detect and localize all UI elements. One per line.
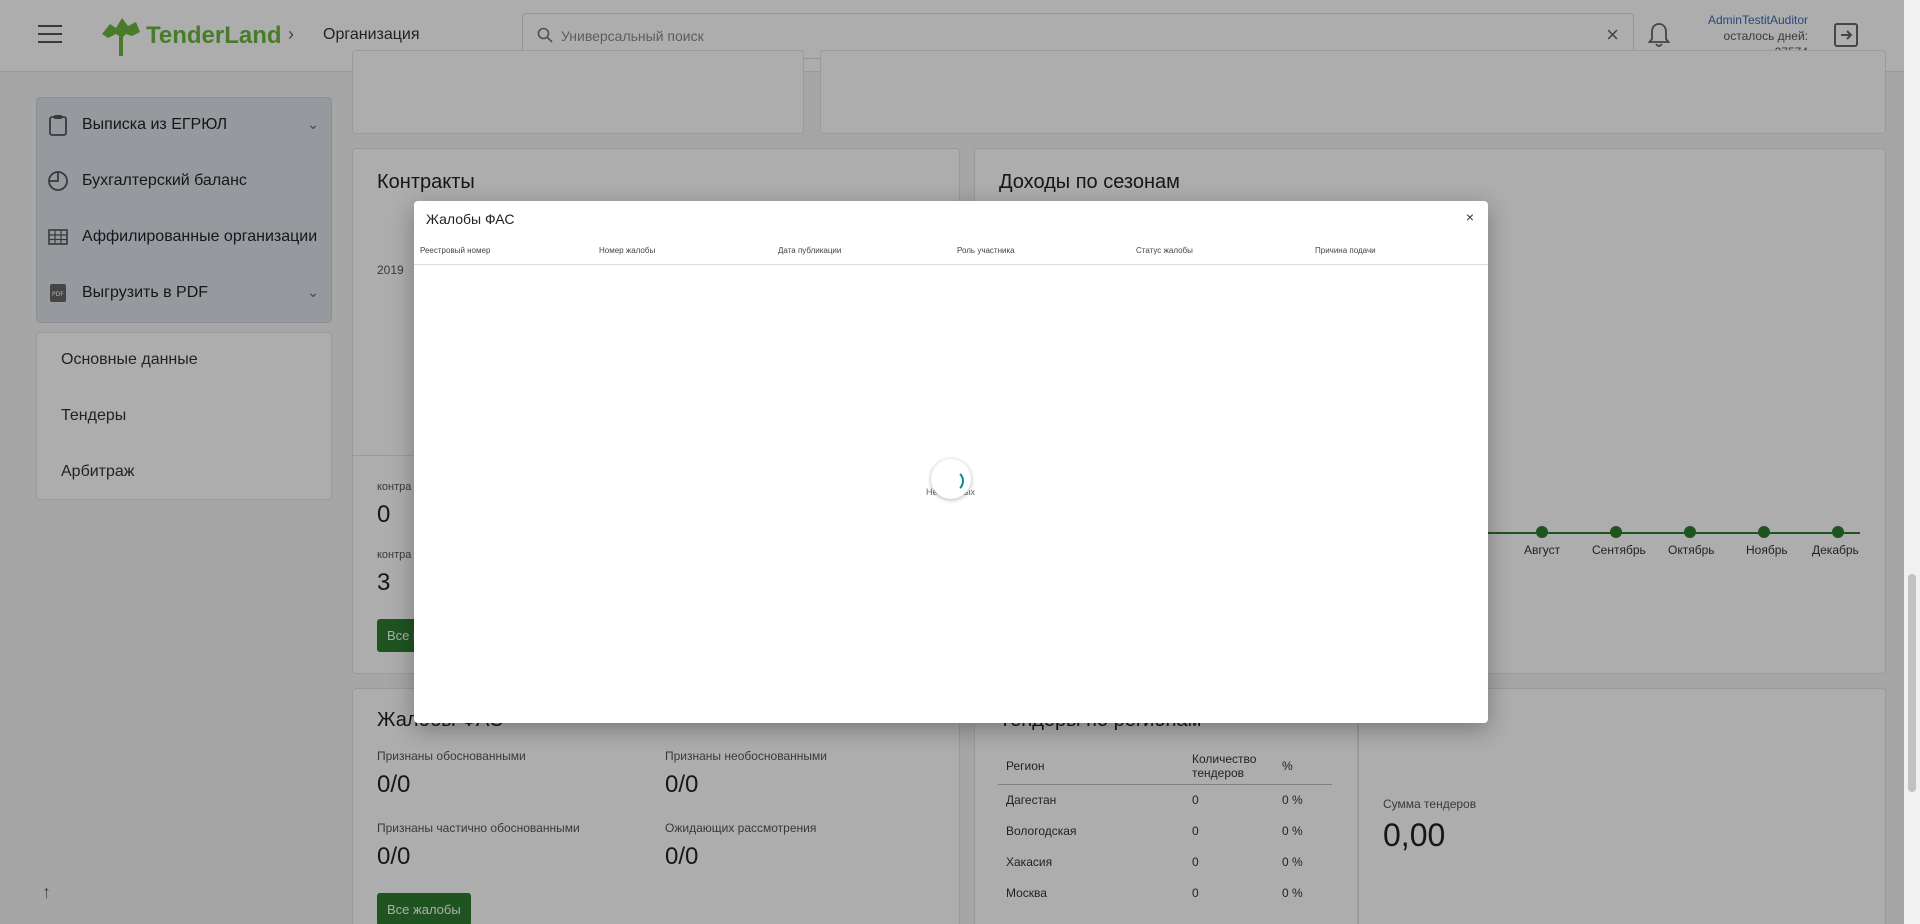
column-header[interactable]: Статус жалобы (1136, 246, 1193, 255)
modal-title: Жалобы ФАС (426, 211, 515, 227)
page-scrollbar[interactable] (1904, 0, 1920, 924)
scrollbar-thumb[interactable] (1908, 574, 1916, 792)
column-header[interactable]: Дата публикации (778, 246, 841, 255)
column-header[interactable]: Роль участника (957, 246, 1015, 255)
column-header[interactable]: Реестровый номер (420, 246, 490, 255)
modal-table-header: Реестровый номер Номер жалобы Дата публи… (414, 241, 1488, 265)
fas-complaints-modal: Жалобы ФАС × Реестровый номер Номер жало… (414, 201, 1488, 723)
column-header[interactable]: Номер жалобы (599, 246, 655, 255)
loading-spinner-icon (931, 459, 971, 499)
column-header[interactable]: Причина подачи (1315, 246, 1376, 255)
close-icon[interactable]: × (1466, 209, 1474, 225)
